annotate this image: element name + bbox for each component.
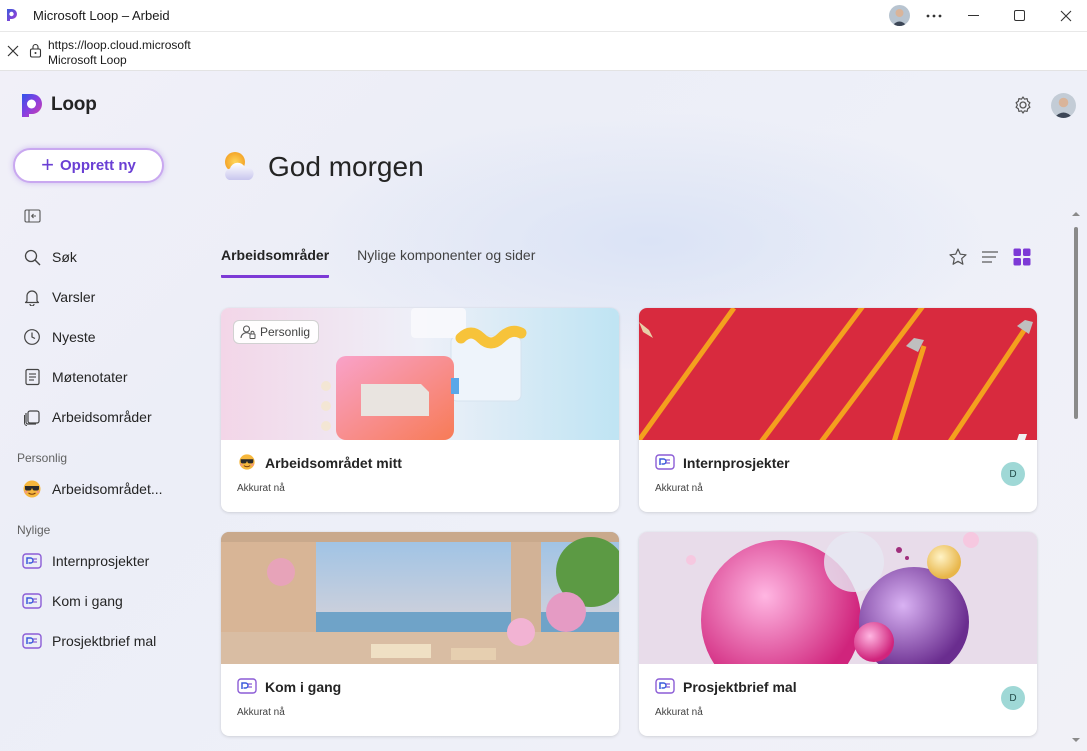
nav-search[interactable]: Søk xyxy=(22,245,77,269)
workspace-card[interactable]: Personlig Arbeidsområdet mitt Akkurat nå xyxy=(221,308,619,512)
address-bar: https://loop.cloud.microsoft Microsoft L… xyxy=(0,31,1087,71)
scroll-down-icon[interactable] xyxy=(1072,737,1080,743)
card-title: Arbeidsområdet mitt xyxy=(265,455,402,471)
star-icon[interactable] xyxy=(948,247,968,267)
collapse-sidebar-icon[interactable] xyxy=(24,209,41,223)
greeting-text: God morgen xyxy=(268,150,424,182)
workspace-card[interactable]: Internprosjekter Akkurat nå D xyxy=(639,308,1037,512)
card-timestamp: Akkurat nå xyxy=(237,483,285,494)
loop-logo[interactable]: Loop xyxy=(19,92,97,118)
sunglasses-emoji-icon xyxy=(22,479,42,499)
nav-notifications[interactable]: Varsler xyxy=(22,285,95,309)
loop-workspace-icon xyxy=(22,631,42,651)
scrollbar[interactable] xyxy=(1070,209,1080,751)
nav-label: Varsler xyxy=(52,289,96,305)
personal-workspace-item[interactable]: Arbeidsområdet... xyxy=(22,477,163,501)
card-timestamp: Akkurat nå xyxy=(655,707,703,718)
nav-label: Søk xyxy=(52,249,77,265)
card-cover-image xyxy=(221,532,619,664)
sunglasses-emoji-icon xyxy=(239,454,255,470)
card-title: Prosjektbrief mal xyxy=(683,679,797,695)
member-avatar[interactable]: D xyxy=(1001,686,1025,710)
card-title: Kom i gang xyxy=(265,679,342,695)
plus-icon: + xyxy=(41,151,54,177)
nav-label: Nyeste xyxy=(52,329,96,345)
create-new-button[interactable]: + Opprett ny xyxy=(13,148,164,183)
site-name: Microsoft Loop xyxy=(48,53,127,67)
recent-item-kom-i-gang[interactable]: Kom i gang xyxy=(22,589,123,613)
sun-behind-cloud-icon xyxy=(225,152,254,180)
card-timestamp: Akkurat nå xyxy=(655,483,703,494)
profile-avatar-icon[interactable] xyxy=(889,5,910,26)
personal-section-label: Personlig xyxy=(17,451,68,465)
window-title: Microsoft Loop – Arbeid xyxy=(33,8,170,23)
nav-recent[interactable]: Nyeste xyxy=(22,325,96,349)
bell-icon xyxy=(22,287,42,307)
workspaces-icon xyxy=(22,407,42,427)
tab-recent-components[interactable]: Nylige komponenter og sider xyxy=(357,247,535,278)
nav-label: Møtenotater xyxy=(52,369,128,385)
recent-item-label: Prosjektbrief mal xyxy=(52,633,157,649)
personal-workspace-label: Arbeidsområdet... xyxy=(52,481,163,497)
nav-meeting-notes[interactable]: Møtenotater xyxy=(22,365,127,389)
nav-workspaces[interactable]: Arbeidsområder xyxy=(22,405,152,429)
gear-icon[interactable] xyxy=(1013,95,1033,115)
greeting: God morgen xyxy=(221,149,424,184)
close-icon[interactable] xyxy=(6,44,20,58)
clock-icon xyxy=(22,327,42,347)
badge-label: Personlig xyxy=(260,325,311,339)
scrollbar-thumb[interactable] xyxy=(1074,227,1078,419)
notes-icon xyxy=(22,367,42,387)
card-title: Internprosjekter xyxy=(683,455,790,471)
workspace-tabs: Arbeidsområder Nylige komponenter og sid… xyxy=(221,247,563,278)
personal-badge: Personlig xyxy=(233,320,320,344)
logo-text: Loop xyxy=(51,94,97,115)
recent-item-prosjektbrief-mal[interactable]: Prosjektbrief mal xyxy=(22,629,156,653)
lock-icon[interactable] xyxy=(29,43,42,58)
loop-logo-icon xyxy=(22,94,42,117)
loop-workspace-icon xyxy=(22,591,42,611)
member-avatar[interactable]: D xyxy=(1001,462,1025,486)
url-text[interactable]: https://loop.cloud.microsoft xyxy=(48,38,191,52)
maximize-icon[interactable] xyxy=(997,0,1043,31)
window-title-bar: Microsoft Loop – Arbeid xyxy=(0,0,1087,31)
search-icon xyxy=(22,247,42,267)
person-lock-icon xyxy=(240,325,256,339)
card-timestamp: Akkurat nå xyxy=(237,707,285,718)
tab-workspaces[interactable]: Arbeidsområder xyxy=(221,247,330,278)
user-avatar[interactable] xyxy=(1051,93,1076,118)
nav-label: Arbeidsområder xyxy=(52,409,152,425)
grid-view-icon[interactable] xyxy=(1012,247,1032,267)
recent-item-internprosjekter[interactable]: Internprosjekter xyxy=(22,549,149,573)
loop-workspace-icon xyxy=(237,678,257,694)
workspace-card[interactable]: Kom i gang Akkurat nå xyxy=(221,532,619,736)
close-window-icon[interactable] xyxy=(1043,0,1087,31)
loop-app-icon xyxy=(7,9,17,21)
workspace-card[interactable]: Prosjektbrief mal Akkurat nå D xyxy=(639,532,1037,736)
card-cover-image xyxy=(639,532,1037,664)
scroll-up-icon[interactable] xyxy=(1072,211,1080,217)
loop-app: Loop + Opprett ny Søk Varsler Nyeste Møt… xyxy=(0,71,1087,751)
create-new-label: Opprett ny xyxy=(60,157,136,174)
loop-workspace-icon xyxy=(22,551,42,571)
minimize-icon[interactable] xyxy=(951,0,997,31)
card-cover-image xyxy=(639,308,1037,440)
loop-workspace-icon xyxy=(655,678,675,694)
recent-item-label: Kom i gang xyxy=(52,593,123,609)
recent-section-label: Nylige xyxy=(17,523,51,537)
list-view-icon[interactable] xyxy=(980,247,1000,267)
loop-workspace-icon xyxy=(655,454,675,470)
recent-item-label: Internprosjekter xyxy=(52,553,150,569)
